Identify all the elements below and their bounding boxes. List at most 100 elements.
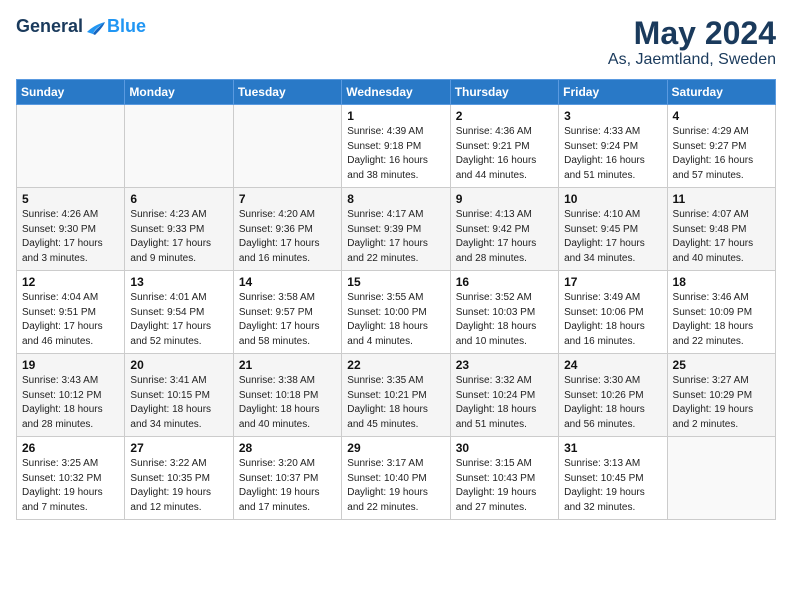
- calendar-header: Sunday Monday Tuesday Wednesday Thursday…: [17, 80, 776, 105]
- day-number: 10: [564, 192, 661, 206]
- day-number: 31: [564, 441, 661, 455]
- day-number: 28: [239, 441, 336, 455]
- day-cell: 19Sunrise: 3:43 AM Sunset: 10:12 PM Dayl…: [17, 354, 125, 437]
- day-cell: [233, 105, 341, 188]
- day-info: Sunrise: 3:38 AM Sunset: 10:18 PM Daylig…: [239, 374, 336, 432]
- day-cell: 7 Sunrise: 4:20 AM Sunset: 9:36 PM Daylig…: [233, 188, 341, 271]
- day-number: 21: [239, 358, 336, 372]
- logo-general-text: General: [16, 16, 83, 37]
- day-info: Sunrise: 3:49 AM Sunset: 10:06 PM Daylig…: [564, 291, 661, 349]
- col-sunday: Sunday: [17, 80, 125, 105]
- day-cell: 21 Sunrise: 3:38 AM Sunset: 10:18 PM Dayl…: [233, 354, 341, 437]
- day-number: 7: [239, 192, 336, 206]
- logo-blue-text: Blue: [107, 16, 146, 37]
- day-cell: 12 Sunrise: 4:04 AM Sunset: 9:51 PM Dayli…: [17, 271, 125, 354]
- day-number: 19: [22, 358, 119, 372]
- day-cell: 6Sunrise: 4:23 AM Sunset: 9:33 PM Daylig…: [125, 188, 233, 271]
- day-cell: 3 Sunrise: 4:33 AM Sunset: 9:24 PM Daylig…: [559, 105, 667, 188]
- day-cell: 4Sunrise: 4:29 AM Sunset: 9:27 PM Daylig…: [667, 105, 775, 188]
- day-info: Sunrise: 4:13 AM Sunset: 9:42 PM Dayligh…: [456, 208, 553, 266]
- col-friday: Friday: [559, 80, 667, 105]
- day-number: 22: [347, 358, 444, 372]
- day-info: Sunrise: 4:20 AM Sunset: 9:36 PM Dayligh…: [239, 208, 336, 266]
- day-number: 13: [130, 275, 227, 289]
- days-of-week-row: Sunday Monday Tuesday Wednesday Thursday…: [17, 80, 776, 105]
- day-number: 17: [564, 275, 661, 289]
- day-number: 23: [456, 358, 553, 372]
- day-info: Sunrise: 4:17 AM Sunset: 9:39 PM Dayligh…: [347, 208, 444, 266]
- day-info: Sunrise: 3:30 AM Sunset: 10:26 PM Daylig…: [564, 374, 661, 432]
- day-info: Sunrise: 4:04 AM Sunset: 9:51 PM Dayligh…: [22, 291, 119, 349]
- day-cell: 20Sunrise: 3:41 AM Sunset: 10:15 PM Dayl…: [125, 354, 233, 437]
- day-cell: [125, 105, 233, 188]
- week-row-5: 26 Sunrise: 3:25 AM Sunset: 10:32 PM Dayl…: [17, 437, 776, 520]
- day-info: Sunrise: 4:33 AM Sunset: 9:24 PM Dayligh…: [564, 125, 661, 183]
- day-cell: 11Sunrise: 4:07 AM Sunset: 9:48 PM Dayli…: [667, 188, 775, 271]
- day-number: 1: [347, 109, 444, 123]
- week-row-3: 12 Sunrise: 4:04 AM Sunset: 9:51 PM Dayli…: [17, 271, 776, 354]
- day-cell: 22 Sunrise: 3:35 AM Sunset: 10:21 PM Dayl…: [342, 354, 450, 437]
- day-info: Sunrise: 3:17 AM Sunset: 10:40 PM Daylig…: [347, 457, 444, 515]
- week-row-1: 1 Sunrise: 4:39 AM Sunset: 9:18 PM Daylig…: [17, 105, 776, 188]
- week-row-4: 19Sunrise: 3:43 AM Sunset: 10:12 PM Dayl…: [17, 354, 776, 437]
- col-saturday: Saturday: [667, 80, 775, 105]
- col-wednesday: Wednesday: [342, 80, 450, 105]
- day-cell: 30 Sunrise: 3:15 AM Sunset: 10:43 PM Dayl…: [450, 437, 558, 520]
- day-number: 14: [239, 275, 336, 289]
- day-number: 20: [130, 358, 227, 372]
- calendar-table: Sunday Monday Tuesday Wednesday Thursday…: [16, 79, 776, 520]
- day-info: Sunrise: 4:36 AM Sunset: 9:21 PM Dayligh…: [456, 125, 553, 183]
- day-number: 18: [673, 275, 770, 289]
- day-cell: 2Sunrise: 4:36 AM Sunset: 9:21 PM Daylig…: [450, 105, 558, 188]
- logo-bird-icon: [85, 18, 107, 36]
- day-info: Sunrise: 4:07 AM Sunset: 9:48 PM Dayligh…: [673, 208, 770, 266]
- day-cell: [17, 105, 125, 188]
- day-info: Sunrise: 4:26 AM Sunset: 9:30 PM Dayligh…: [22, 208, 119, 266]
- day-info: Sunrise: 4:39 AM Sunset: 9:18 PM Dayligh…: [347, 125, 444, 183]
- day-info: Sunrise: 3:58 AM Sunset: 9:57 PM Dayligh…: [239, 291, 336, 349]
- day-info: Sunrise: 3:13 AM Sunset: 10:45 PM Daylig…: [564, 457, 661, 515]
- day-cell: 13Sunrise: 4:01 AM Sunset: 9:54 PM Dayli…: [125, 271, 233, 354]
- day-info: Sunrise: 3:22 AM Sunset: 10:35 PM Daylig…: [130, 457, 227, 515]
- logo-text: General Blue: [16, 16, 146, 37]
- day-cell: 31 Sunrise: 3:13 AM Sunset: 10:45 PM Dayl…: [559, 437, 667, 520]
- day-cell: 15 Sunrise: 3:55 AM Sunset: 10:00 PM Dayl…: [342, 271, 450, 354]
- day-cell: 28 Sunrise: 3:20 AM Sunset: 10:37 PM Dayl…: [233, 437, 341, 520]
- calendar-body: 1 Sunrise: 4:39 AM Sunset: 9:18 PM Daylig…: [17, 105, 776, 520]
- day-cell: [667, 437, 775, 520]
- day-number: 5: [22, 192, 119, 206]
- day-number: 12: [22, 275, 119, 289]
- day-cell: 25Sunrise: 3:27 AM Sunset: 10:29 PM Dayl…: [667, 354, 775, 437]
- col-tuesday: Tuesday: [233, 80, 341, 105]
- day-info: Sunrise: 3:15 AM Sunset: 10:43 PM Daylig…: [456, 457, 553, 515]
- day-info: Sunrise: 3:35 AM Sunset: 10:21 PM Daylig…: [347, 374, 444, 432]
- day-cell: 18Sunrise: 3:46 AM Sunset: 10:09 PM Dayl…: [667, 271, 775, 354]
- day-cell: 29Sunrise: 3:17 AM Sunset: 10:40 PM Dayl…: [342, 437, 450, 520]
- day-number: 4: [673, 109, 770, 123]
- logo: General Blue: [16, 16, 146, 37]
- day-number: 25: [673, 358, 770, 372]
- day-cell: 24Sunrise: 3:30 AM Sunset: 10:26 PM Dayl…: [559, 354, 667, 437]
- day-info: Sunrise: 3:25 AM Sunset: 10:32 PM Daylig…: [22, 457, 119, 515]
- title-block: May 2024 As, Jaemtland, Sweden: [608, 16, 776, 69]
- col-thursday: Thursday: [450, 80, 558, 105]
- day-info: Sunrise: 4:10 AM Sunset: 9:45 PM Dayligh…: [564, 208, 661, 266]
- day-info: Sunrise: 3:55 AM Sunset: 10:00 PM Daylig…: [347, 291, 444, 349]
- day-cell: 26 Sunrise: 3:25 AM Sunset: 10:32 PM Dayl…: [17, 437, 125, 520]
- day-number: 30: [456, 441, 553, 455]
- day-cell: 5 Sunrise: 4:26 AM Sunset: 9:30 PM Daylig…: [17, 188, 125, 271]
- day-info: Sunrise: 3:20 AM Sunset: 10:37 PM Daylig…: [239, 457, 336, 515]
- day-number: 26: [22, 441, 119, 455]
- day-info: Sunrise: 4:23 AM Sunset: 9:33 PM Dayligh…: [130, 208, 227, 266]
- day-cell: 17 Sunrise: 3:49 AM Sunset: 10:06 PM Dayl…: [559, 271, 667, 354]
- day-number: 15: [347, 275, 444, 289]
- day-cell: 9Sunrise: 4:13 AM Sunset: 9:42 PM Daylig…: [450, 188, 558, 271]
- day-cell: 8Sunrise: 4:17 AM Sunset: 9:39 PM Daylig…: [342, 188, 450, 271]
- day-number: 27: [130, 441, 227, 455]
- calendar-subtitle: As, Jaemtland, Sweden: [608, 51, 776, 69]
- day-cell: 27 Sunrise: 3:22 AM Sunset: 10:35 PM Dayl…: [125, 437, 233, 520]
- day-number: 3: [564, 109, 661, 123]
- page: General Blue May 2024 As, Jaemtland, Swe…: [0, 0, 792, 532]
- day-cell: 16Sunrise: 3:52 AM Sunset: 10:03 PM Dayl…: [450, 271, 558, 354]
- header: General Blue May 2024 As, Jaemtland, Swe…: [16, 16, 776, 69]
